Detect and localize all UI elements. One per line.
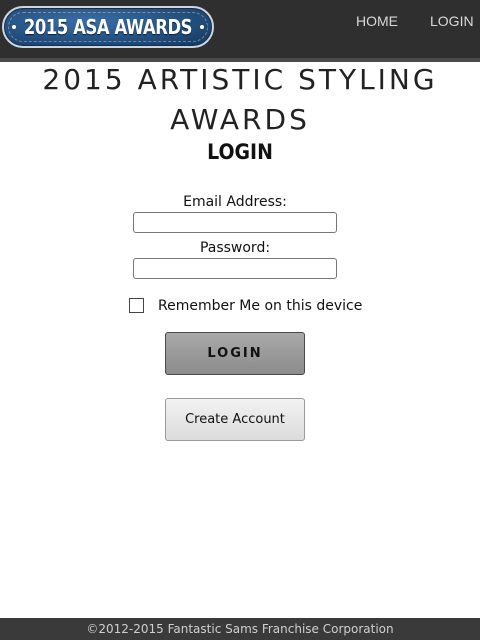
page-title: 2015 ARTISTIC STYLING AWARDS — [42, 63, 438, 136]
copyright-text: ©2012-2015 Fantastic Sams Franchise Corp… — [86, 622, 394, 636]
logo-rivet-icon — [12, 25, 16, 29]
site-footer: ©2012-2015 Fantastic Sams Franchise Corp… — [0, 618, 480, 640]
email-label: Email Address: — [183, 194, 287, 210]
logo-rivet-icon — [200, 25, 204, 29]
nav-login-link[interactable]: LOGIN — [430, 13, 474, 29]
remember-me-checkbox[interactable] — [129, 298, 144, 313]
site-header: 2015 ASA AWARDS HOME LOGIN — [0, 0, 480, 62]
login-heading: LOGIN — [207, 140, 273, 164]
password-input[interactable] — [133, 258, 337, 279]
create-account-button[interactable]: Create Account — [165, 398, 305, 441]
asa-awards-logo[interactable]: 2015 ASA AWARDS — [2, 6, 214, 48]
email-input[interactable] — [133, 212, 337, 233]
nav-home-link[interactable]: HOME — [356, 13, 398, 29]
login-button[interactable]: LOGIN — [165, 332, 305, 375]
password-label: Password: — [199, 240, 271, 256]
remember-me-label[interactable]: Remember Me on this device — [158, 298, 362, 314]
logo-text: 2015 ASA AWARDS — [23, 15, 193, 39]
